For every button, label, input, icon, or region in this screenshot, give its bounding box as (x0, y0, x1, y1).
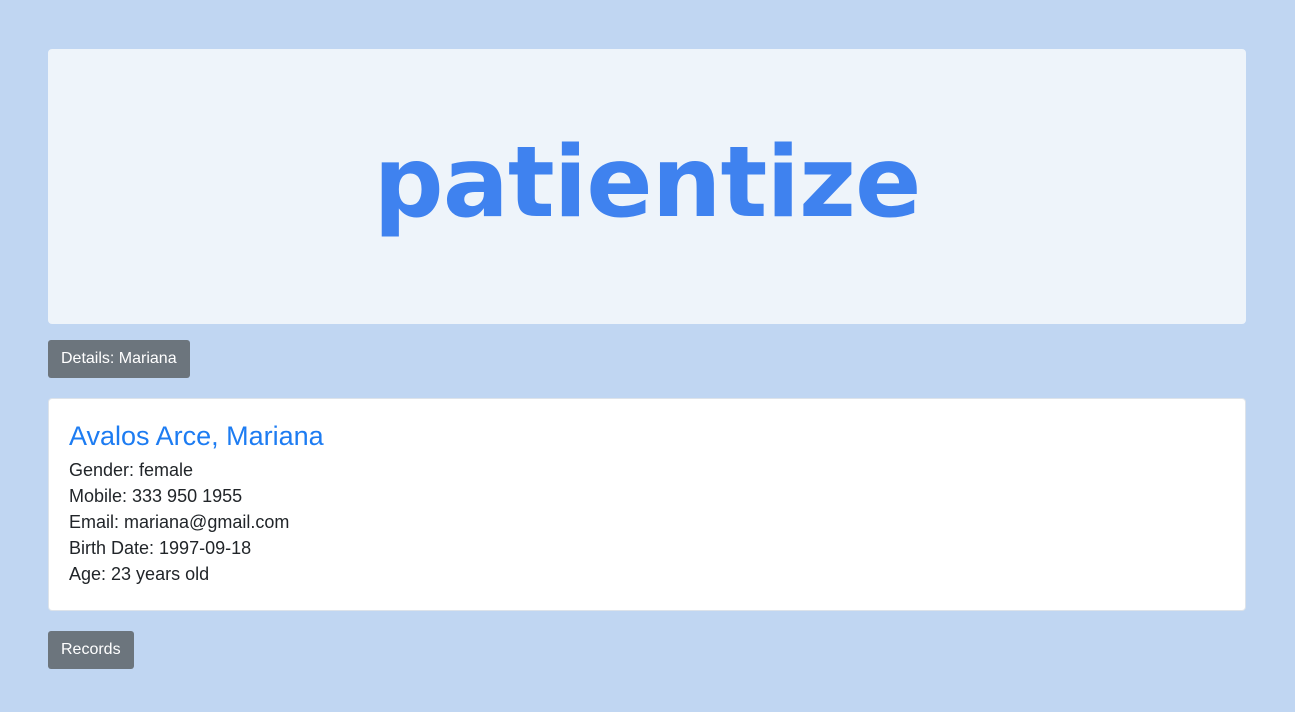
records-button[interactable]: Records (48, 631, 134, 669)
age-field: Age: 23 years old (69, 564, 210, 584)
patient-card: Avalos Arce, Mariana Gender: female Mobi… (48, 398, 1246, 611)
patient-card-body: Avalos Arce, Mariana Gender: female Mobi… (49, 399, 1245, 607)
gender-field: Gender: female (69, 460, 194, 480)
birth-date-field: Birth Date: 1997-09-18 (69, 538, 252, 558)
app-logo: patientize (373, 125, 922, 240)
details-button[interactable]: Details: Mariana (48, 340, 190, 378)
logo-banner: patientize (48, 49, 1246, 324)
email-field: Email: mariana@gmail.com (69, 512, 290, 532)
mobile-field: Mobile: 333 950 1955 (69, 486, 243, 506)
patient-name: Avalos Arce, Mariana (69, 421, 324, 451)
